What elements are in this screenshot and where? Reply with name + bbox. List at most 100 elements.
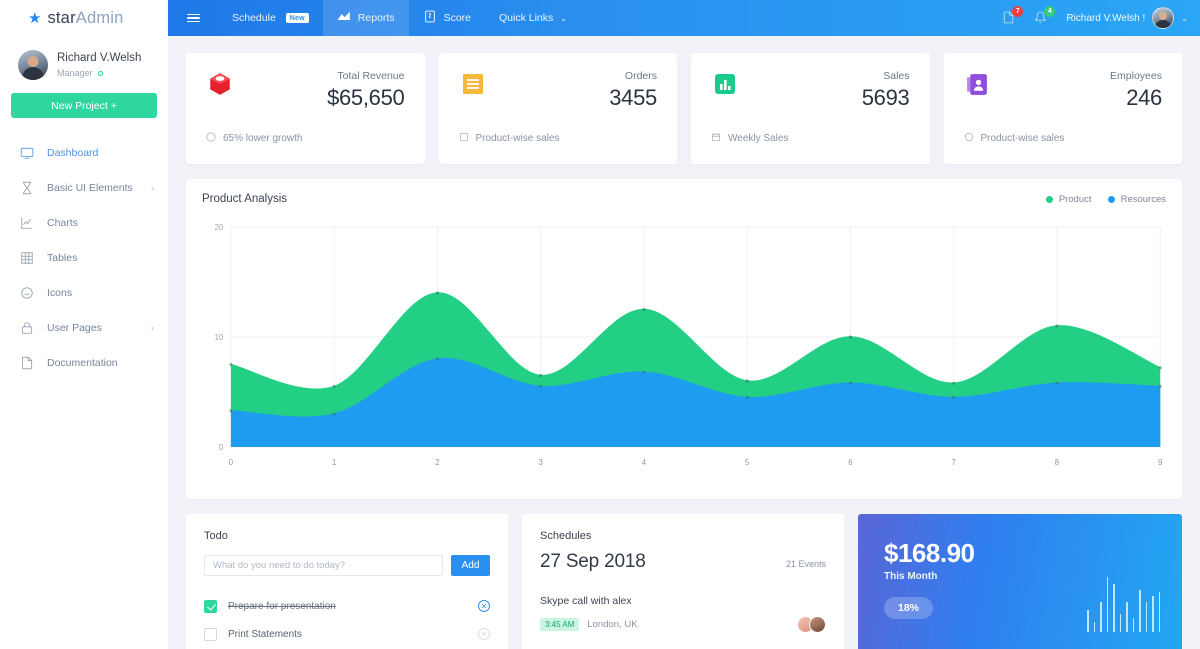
todo-input[interactable] (204, 555, 443, 576)
legend-dot-icon (1045, 195, 1053, 203)
avatar (18, 50, 48, 80)
main-area: Schedule New Reports Score Quick Links ⌄… (168, 0, 1200, 649)
stat-top: Orders 3455 (459, 70, 657, 111)
hourglass-icon (19, 180, 34, 195)
promo-bar (1106, 577, 1108, 632)
notifications-button[interactable]: 4 (1034, 5, 1056, 27)
sidebar-item-tables[interactable]: Tables (0, 240, 168, 275)
file-icon (19, 355, 34, 370)
nav-tab-reports[interactable]: Reports (322, 0, 409, 36)
promo-bar (1158, 592, 1160, 632)
nav-tab-schedule[interactable]: Schedule New (218, 0, 323, 36)
stat-card-sales: Sales 5693 Weekly Sales (691, 53, 930, 164)
nav-tab-label: Quick Links (499, 12, 554, 24)
svg-text:7: 7 (952, 458, 956, 467)
promo-bar (1113, 584, 1115, 632)
sidebar: ★ starAdmin Richard V.Welsh Manager New … (0, 0, 168, 649)
online-dot-icon (98, 70, 104, 76)
new-project-button[interactable]: New Project + (11, 93, 157, 118)
todo-checkbox[interactable] (204, 599, 217, 613)
sidebar-item-dashboard[interactable]: Dashboard (0, 135, 168, 170)
promo-bar (1100, 602, 1102, 632)
stat-card-total-revenue: Total Revenue $65,650 65% lower growth (186, 53, 425, 164)
stat-top: Sales 5693 (711, 70, 910, 111)
todo-input-row: Add (204, 555, 490, 576)
navbar-user-menu[interactable]: Richard V.Welsh ! ⌄ (1066, 7, 1188, 29)
stat-label: Sales (883, 70, 910, 82)
svg-text:9: 9 (1158, 458, 1162, 467)
messages-badge: 7 (1012, 5, 1024, 17)
svg-text:4: 4 (642, 458, 647, 467)
bookmark-icon (459, 132, 469, 145)
chart-title: Product Analysis (202, 193, 288, 205)
sidebar-item-charts[interactable]: Charts (0, 205, 168, 240)
sidebar-item-icons[interactable]: Icons (0, 275, 168, 310)
stat-right: Employees 246 (1110, 70, 1162, 111)
navbar-user-name: Richard V.Welsh ! (1066, 12, 1146, 24)
nav-tab-label: Schedule (232, 12, 276, 24)
sidebar-item-documentation[interactable]: Documentation (0, 345, 168, 380)
sidebar-item-label: User Pages (47, 321, 102, 334)
nav-tab-label: Reports (357, 12, 395, 24)
stat-right: Orders 3455 (609, 70, 657, 111)
stat-footer-label: Product-wise sales (475, 133, 560, 144)
sidebar-item-label: Charts (47, 216, 78, 229)
stat-footer: Product-wise sales (964, 132, 1163, 145)
schedules-title: Schedules (540, 530, 592, 542)
brand-name-light: Admin (75, 8, 124, 27)
stat-top: Employees 246 (964, 70, 1162, 111)
close-icon[interactable]: ✕ (478, 600, 490, 612)
receipt-icon (459, 70, 487, 98)
bar-chart-icon (711, 70, 739, 98)
schedules-header-row: 27 Sep 2018 21 Events (540, 542, 826, 573)
legend-dot-icon (1107, 195, 1115, 203)
star-icon: ★ (28, 9, 42, 27)
event-meta: 3:45 AM London, UK (540, 616, 826, 633)
nav-tab-quick-links[interactable]: Quick Links ⌄ (485, 0, 581, 36)
top-navbar: Schedule New Reports Score Quick Links ⌄… (168, 0, 1200, 36)
sidebar-item-user-pages[interactable]: User Pages › (0, 310, 168, 345)
svg-text:8: 8 (1055, 458, 1060, 467)
promo-bar (1093, 622, 1095, 632)
legend-label: Product (1058, 193, 1092, 205)
chart-axis-labels: 0 10 20 0 1 2 3 4 5 6 7 8 9 (215, 223, 1163, 467)
app-root: ★ starAdmin Richard V.Welsh Manager New … (0, 0, 1200, 649)
promo-bar (1119, 614, 1121, 632)
lock-icon (19, 320, 34, 335)
todo-add-button[interactable]: Add (451, 555, 490, 576)
profile-role-label: Manager (57, 67, 93, 78)
stat-footer-label: Product-wise sales (980, 133, 1065, 144)
new-badge: New (285, 13, 309, 23)
list-item[interactable]: Prepare for presentation ✕ (204, 592, 490, 620)
promo-bar (1132, 618, 1134, 632)
todo-checkbox[interactable] (204, 627, 217, 641)
nav-tab-score[interactable]: Score (409, 0, 485, 36)
legend-item-product[interactable]: Product (1045, 193, 1092, 205)
sidebar-item-label: Dashboard (47, 146, 99, 159)
close-icon[interactable]: ✕ (478, 628, 490, 640)
promo-amount: $168.90 (884, 538, 975, 568)
monthly-earnings-card: $168.90 This Month 18% (858, 514, 1182, 649)
svg-text:2: 2 (435, 458, 439, 467)
monitor-icon (19, 145, 34, 160)
cube-icon (206, 70, 234, 98)
hamburger-icon[interactable] (168, 12, 218, 25)
svg-text:0: 0 (219, 443, 224, 452)
list-item[interactable]: Print Statements ✕ (204, 620, 490, 648)
legend-item-resources[interactable]: Resources (1107, 194, 1166, 205)
info-icon (206, 132, 216, 145)
sidebar-item-basic-ui-elements[interactable]: Basic UI Elements › (0, 170, 168, 205)
sidebar-profile[interactable]: Richard V.Welsh Manager (0, 36, 168, 80)
brand-logo[interactable]: ★ starAdmin (0, 0, 168, 36)
stat-value: 246 (1126, 85, 1162, 110)
chart-legend: Product Resources (1045, 193, 1166, 205)
content-area: Total Revenue $65,650 65% lower growth O… (168, 36, 1200, 649)
messages-button[interactable]: 7 (1002, 5, 1024, 27)
navbar-right: 7 4 Richard V.Welsh ! ⌄ (1002, 5, 1200, 29)
table-grid-icon (19, 250, 34, 265)
promo-bar (1126, 602, 1128, 632)
chevron-right-icon: › (151, 182, 154, 193)
sidebar-item-label: Tables (47, 251, 78, 264)
contacts-icon (964, 70, 992, 98)
nav-tab-label: Score (443, 12, 471, 24)
